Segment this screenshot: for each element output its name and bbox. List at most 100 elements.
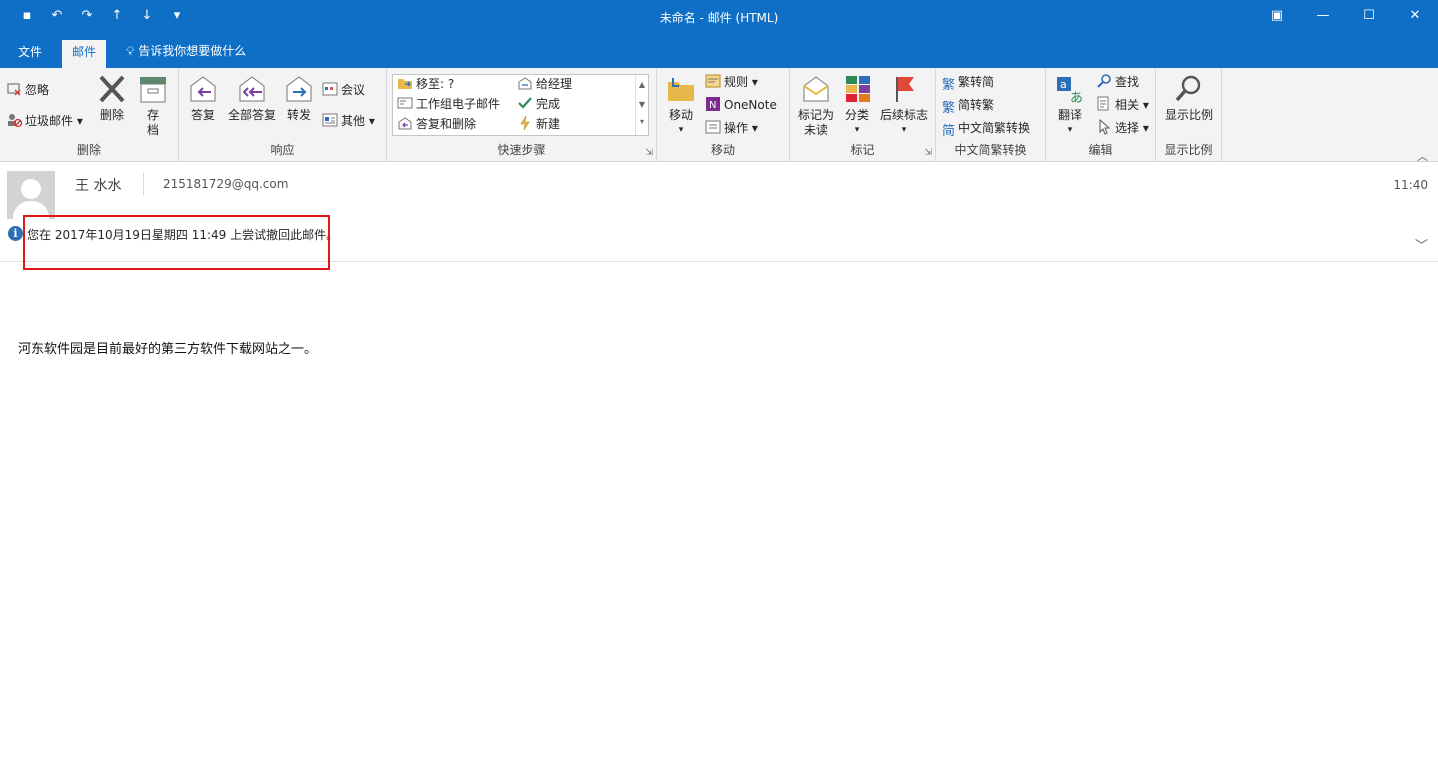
quick-step-new[interactable]: 新建 [517,114,560,134]
forward-button[interactable]: 转发 [281,74,317,123]
more-respond-button[interactable]: 其他 ▾ [322,111,375,131]
mark-unread-icon [803,76,829,102]
quick-steps-launcher-icon[interactable]: ⇲ [645,148,653,158]
tab-file[interactable]: 文件 [8,40,52,68]
ribbon-tab-bar: 文件 邮件 💡︎ 告诉我你想要做什么 [0,34,1438,68]
svg-text:あ: あ [1070,91,1083,104]
follow-up-button[interactable]: 后续标志 ▾ [876,74,932,138]
traditional-char-icon: 繁 [942,78,956,93]
checkmark-icon [518,97,532,109]
junk-icon [8,114,22,128]
zoom-button[interactable]: 显示比例 [1160,74,1218,123]
quick-step-reply-delete[interactable]: 答复和删除 [397,114,476,134]
gallery-more-icon[interactable]: ▾ [636,115,648,129]
maximize-button[interactable]: ☐ [1346,0,1392,34]
archive-icon [140,77,166,103]
related-icon [1097,96,1109,111]
reply-delete-icon [398,117,412,130]
reply-all-icon [239,76,265,102]
junk-button[interactable]: 垃圾邮件 ▾ [6,111,83,131]
traditional-to-simplified-button[interactable]: 繁繁转简 [942,72,994,93]
ignore-icon [7,83,21,96]
cursor-icon [1099,119,1111,135]
respond-group: 答复 全部答复 转发 会议 其他 ▾ 响应 [179,68,387,162]
received-time: 11:40 [1393,178,1428,192]
folder-move-icon [398,79,412,89]
expand-header-icon[interactable]: ﹀ [1415,235,1428,254]
message-header: 王 水水 215181729@qq.com 11:40 i 您在 2017年10… [0,163,1438,270]
meeting-button[interactable]: 会议 [322,80,365,100]
minimize-button[interactable]: — [1300,0,1346,34]
delete-group: 忽略 垃圾邮件 ▾ 删除 存档 删除 [0,68,179,162]
delete-group-label: 删除 [76,143,101,157]
tags-group-label: 标记 [850,143,875,157]
onenote-button[interactable]: N OneNote [705,95,777,115]
zoom-group: 显示比例 显示比例 [1156,68,1222,162]
scroll-down-icon[interactable]: ▼ [636,95,648,115]
lightning-icon [520,115,530,131]
person-silhouette-icon [7,171,55,219]
quick-step-move-to[interactable]: 移至: ? [397,74,454,94]
more-icon [322,113,338,127]
highlight-box [23,215,330,270]
tab-message[interactable]: 邮件 [62,40,107,68]
translate-button[interactable]: aあ 翻译 ▾ [1052,74,1088,138]
tell-me-text: 告诉我你想要做什么 [138,44,247,58]
forward-icon [286,76,312,102]
actions-icon [705,120,721,134]
move-folder-icon [668,78,694,101]
actions-button[interactable]: 操作 ▾ [705,118,758,138]
convert-char-icon: 简 [942,124,956,139]
onenote-icon: N [706,97,720,111]
ignore-button[interactable]: 忽略 [6,80,49,100]
related-button[interactable]: 相关 ▾ [1096,95,1149,115]
meeting-icon [322,82,338,96]
magnifier-icon [1175,75,1201,102]
ribbon: 忽略 垃圾邮件 ▾ 删除 存档 删除 答复 全部答复 转发 会议 其他 ▾ 响应… [0,68,1438,164]
chinese-convert-button[interactable]: 简中文简繁转换 [942,118,1030,139]
ribbon-display-options-button[interactable]: ▣ [1254,0,1300,34]
quick-step-team-email[interactable]: 工作组电子邮件 [397,94,500,114]
move-dropdown-icon: ▾ [678,125,684,135]
delete-x-icon [99,75,125,103]
collapse-ribbon-icon[interactable]: ︿ [1417,148,1428,164]
tags-launcher-icon[interactable]: ⇲ [924,148,932,158]
find-button[interactable]: 查找 [1096,72,1139,92]
quick-step-to-manager[interactable]: 给经理 [517,74,572,94]
message-body: 河东软件园是目前最好的第三方软件下载网站之一。 [18,342,318,357]
lightbulb-icon: 💡︎ [126,44,135,58]
rules-icon [705,74,721,88]
window-title: 未命名 - 邮件 (HTML) [659,11,779,25]
chinese-conversion-group: 繁繁转简 繁简转繁 简中文简繁转换 中文简繁转换 [936,68,1046,162]
sender-name[interactable]: 王 水水 [75,175,121,195]
quick-steps-group-label: 快速步骤 [497,143,546,157]
rules-button[interactable]: 规则 ▾ [705,72,758,92]
simplified-to-traditional-button[interactable]: 繁简转繁 [942,95,994,116]
quick-steps-scrollbar[interactable]: ▲ ▼ ▾ [635,75,648,135]
flag-icon [896,77,914,102]
categorize-dropdown-icon: ▾ [854,125,860,135]
avatar [7,171,55,219]
chinese-group-label: 中文简繁转换 [954,143,1027,157]
archive-button[interactable]: 存档 [134,74,172,138]
tell-me-search[interactable]: 💡︎ 告诉我你想要做什么 [126,42,246,59]
title-bar: ▪ ↶ ↷ ↑ ↓ ▾ 未命名 - 邮件 (HTML) ▣ — ☐ ✕ [0,0,1438,34]
delete-button[interactable]: 删除 [92,74,132,123]
categorize-button[interactable]: 分类 ▾ [842,74,872,138]
scroll-up-icon[interactable]: ▲ [636,75,648,95]
translate-icon: aあ [1057,77,1083,104]
close-button[interactable]: ✕ [1392,0,1438,34]
reply-all-button[interactable]: 全部答复 [225,74,279,123]
categorize-icon [846,76,870,102]
sender-email[interactable]: 215181729@qq.com [163,177,288,191]
reply-button[interactable]: 答复 [185,74,221,123]
header-separator [143,173,144,195]
mark-unread-button[interactable]: 标记为未读 [794,74,838,138]
zoom-group-label: 显示比例 [1164,143,1213,157]
move-button[interactable]: 移动 ▾ [663,74,699,138]
window-controls: ▣ — ☐ ✕ [1254,0,1438,34]
quick-step-done[interactable]: 完成 [517,94,560,114]
follow-up-dropdown-icon: ▾ [901,125,907,135]
select-button[interactable]: 选择 ▾ [1096,118,1149,138]
editing-group-label: 编辑 [1088,143,1113,157]
